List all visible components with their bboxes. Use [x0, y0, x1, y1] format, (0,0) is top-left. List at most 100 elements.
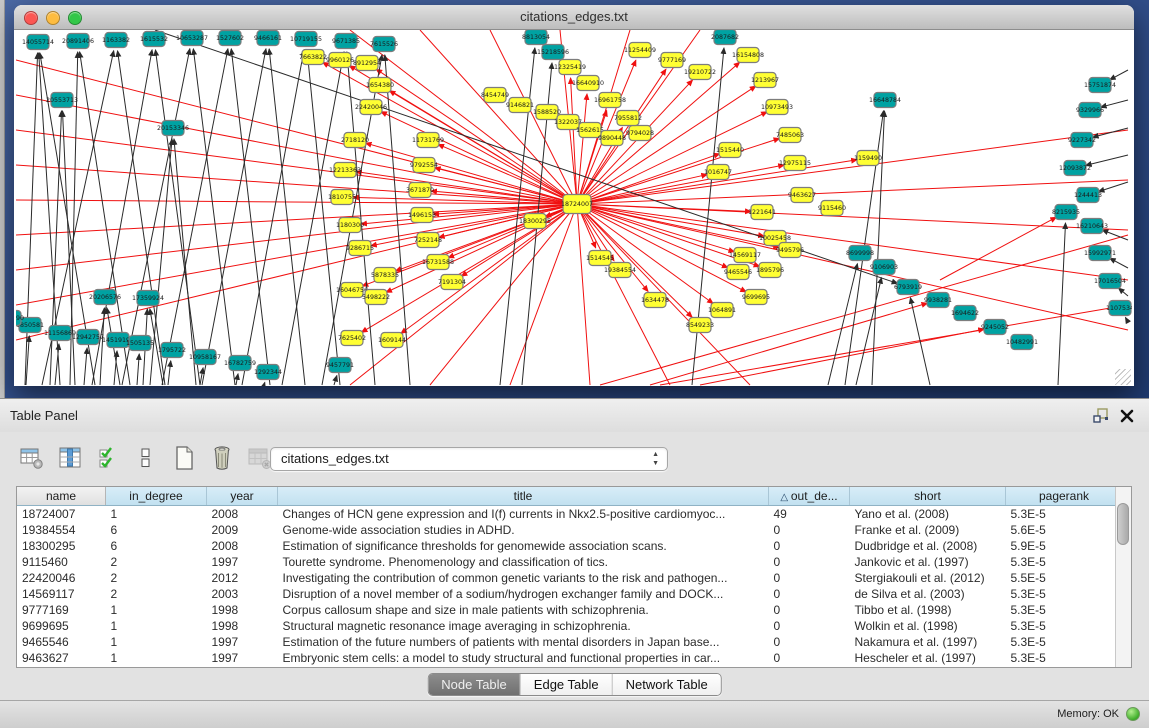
table-row[interactable]: 1456911722003Disruption of a novel membe…	[17, 586, 1123, 602]
network-edge[interactable]	[1110, 258, 1128, 268]
table-cell[interactable]: 19384554	[17, 522, 106, 538]
network-edge[interactable]	[137, 354, 139, 385]
table-cell[interactable]: 5.3E-5	[1006, 618, 1123, 634]
network-edge[interactable]	[155, 50, 200, 385]
network-node[interactable]: 8699998	[846, 246, 874, 261]
table-cell[interactable]: 1997	[207, 554, 278, 570]
network-node[interactable]: 10973493	[761, 100, 793, 115]
table-cell[interactable]: Franke et al. (2009)	[850, 522, 1006, 538]
network-node[interactable]: 1634478	[641, 293, 669, 308]
table-cell[interactable]: 1997	[207, 650, 278, 666]
network-node[interactable]: 7663822	[299, 50, 327, 65]
table-cell[interactable]: Wolkin et al. (1998)	[850, 618, 1006, 634]
network-node[interactable]: 1615532	[140, 32, 168, 47]
network-node[interactable]: 15218596	[537, 45, 569, 60]
table-cell[interactable]: 5.3E-5	[1006, 650, 1123, 666]
network-node[interactable]: 8215935	[1052, 205, 1080, 220]
network-node[interactable]: 9671385	[332, 34, 360, 49]
network-edge[interactable]	[856, 278, 881, 385]
network-node[interactable]: 9245052	[981, 320, 1009, 335]
network-node[interactable]: 9466161	[254, 31, 282, 46]
network-node[interactable]: 8454749	[481, 88, 509, 103]
delete-column-icon[interactable]	[206, 442, 238, 474]
table-cell[interactable]: Genome-wide association studies in ADHD.	[278, 522, 769, 538]
table-cell[interactable]: Structural magnetic resonance image aver…	[278, 618, 769, 634]
network-edge[interactable]	[334, 376, 337, 385]
network-node[interactable]: 20891406	[62, 34, 94, 49]
network-node[interactable]: 7191304	[438, 275, 466, 290]
network-edge[interactable]	[84, 348, 87, 385]
column-visibility-icon[interactable]	[54, 442, 86, 474]
network-node[interactable]: 17359924	[132, 291, 164, 306]
network-edge[interactable]	[376, 69, 577, 204]
network-edge[interactable]	[356, 172, 577, 204]
table-cell[interactable]: 18724007	[17, 506, 106, 523]
table-cell[interactable]: 2	[106, 554, 207, 570]
table-cell[interactable]: Investigating the contribution of common…	[278, 570, 769, 586]
network-edge[interactable]	[577, 154, 720, 204]
network-node[interactable]: 19210722	[684, 65, 716, 80]
table-cell[interactable]: 9115460	[17, 554, 106, 570]
create-column-icon[interactable]	[168, 442, 200, 474]
network-edge[interactable]	[1058, 223, 1065, 385]
network-edge[interactable]	[1086, 155, 1128, 165]
network-node[interactable]: 12975115	[779, 156, 811, 171]
network-node[interactable]: 5878335	[371, 268, 399, 283]
table-selector[interactable]: citations_edges.txt ▲▼	[270, 447, 668, 471]
network-node[interactable]: 9777169	[658, 53, 686, 68]
network-node[interactable]: 8813054	[522, 30, 550, 45]
table-cell[interactable]: 22420046	[17, 570, 106, 586]
network-edge[interactable]	[16, 200, 577, 204]
column-header-in_degree[interactable]: in_degree	[106, 487, 207, 506]
network-node[interactable]: 1221641	[748, 205, 776, 220]
network-node[interactable]: 16210643	[1076, 219, 1108, 234]
table-cell[interactable]: Tourette syndrome. Phenomenology and cla…	[278, 554, 769, 570]
network-node[interactable]: 9794028	[626, 126, 654, 141]
table-cell[interactable]: 1	[106, 634, 207, 650]
window-titlebar[interactable]: citations_edges.txt	[14, 5, 1134, 30]
table-cell[interactable]: 49	[769, 506, 850, 523]
network-edge[interactable]	[168, 361, 171, 385]
table-row[interactable]: 946362711997Embryonic stem cells: a mode…	[17, 650, 1123, 666]
table-row[interactable]: 1872400712008Changes of HCN gene express…	[17, 506, 1123, 523]
column-header-short[interactable]: short	[850, 487, 1006, 506]
network-node[interactable]: 16154808	[732, 48, 764, 63]
network-edge[interactable]	[650, 303, 927, 385]
table-cell[interactable]: 5.5E-5	[1006, 570, 1123, 586]
network-node[interactable]: 1496153	[408, 208, 436, 223]
column-header-year[interactable]: year	[207, 487, 278, 506]
table-row[interactable]: 977716911998Corpus callosum shape and si…	[17, 602, 1123, 618]
network-node[interactable]: 1654380	[366, 78, 394, 93]
table-cell[interactable]: 9777169	[17, 602, 106, 618]
table-cell[interactable]: 1	[106, 602, 207, 618]
table-cell[interactable]: 2003	[207, 586, 278, 602]
network-node[interactable]: 9146821	[506, 98, 534, 113]
network-node[interactable]: 1694622	[951, 306, 979, 321]
table-cell[interactable]: 2008	[207, 538, 278, 554]
table-cell[interactable]: 1	[106, 650, 207, 666]
network-node[interactable]: 15751874	[1084, 78, 1116, 93]
network-edge[interactable]	[828, 264, 857, 385]
network-node[interactable]: 16640910	[572, 76, 604, 91]
network-node[interactable]: 11254409	[624, 43, 656, 58]
network-node[interactable]: 6793919	[894, 280, 922, 295]
table-cell[interactable]: 0	[769, 618, 850, 634]
table-row[interactable]: 1938455462009Genome-wide association stu…	[17, 522, 1123, 538]
table-row[interactable]: 969969511998Structural magnetic resonanc…	[17, 618, 1123, 634]
network-edge[interactable]	[571, 78, 577, 204]
float-window-icon[interactable]	[1091, 406, 1111, 426]
table-cell[interactable]: 9699695	[17, 618, 106, 634]
network-node[interactable]: 12213363	[329, 163, 361, 178]
network-node[interactable]: 9463627	[788, 188, 816, 203]
network-node[interactable]: 16731588	[422, 255, 454, 270]
table-cell[interactable]: Nakamura et al. (1997)	[850, 634, 1006, 650]
table-cell[interactable]: 0	[769, 554, 850, 570]
network-node[interactable]: 1064891	[708, 303, 736, 318]
table-cell[interactable]: 18300295	[17, 538, 106, 554]
tab-node-table[interactable]: Node Table	[428, 674, 521, 695]
network-edge[interactable]	[577, 130, 1128, 204]
table-cell[interactable]: de Silva et al. (2003)	[850, 586, 1006, 602]
network-edge[interactable]	[1098, 182, 1128, 192]
network-edge[interactable]	[162, 49, 228, 385]
network-canvas[interactable]: 1872400784547499146821158852013220371562…	[16, 30, 1132, 386]
